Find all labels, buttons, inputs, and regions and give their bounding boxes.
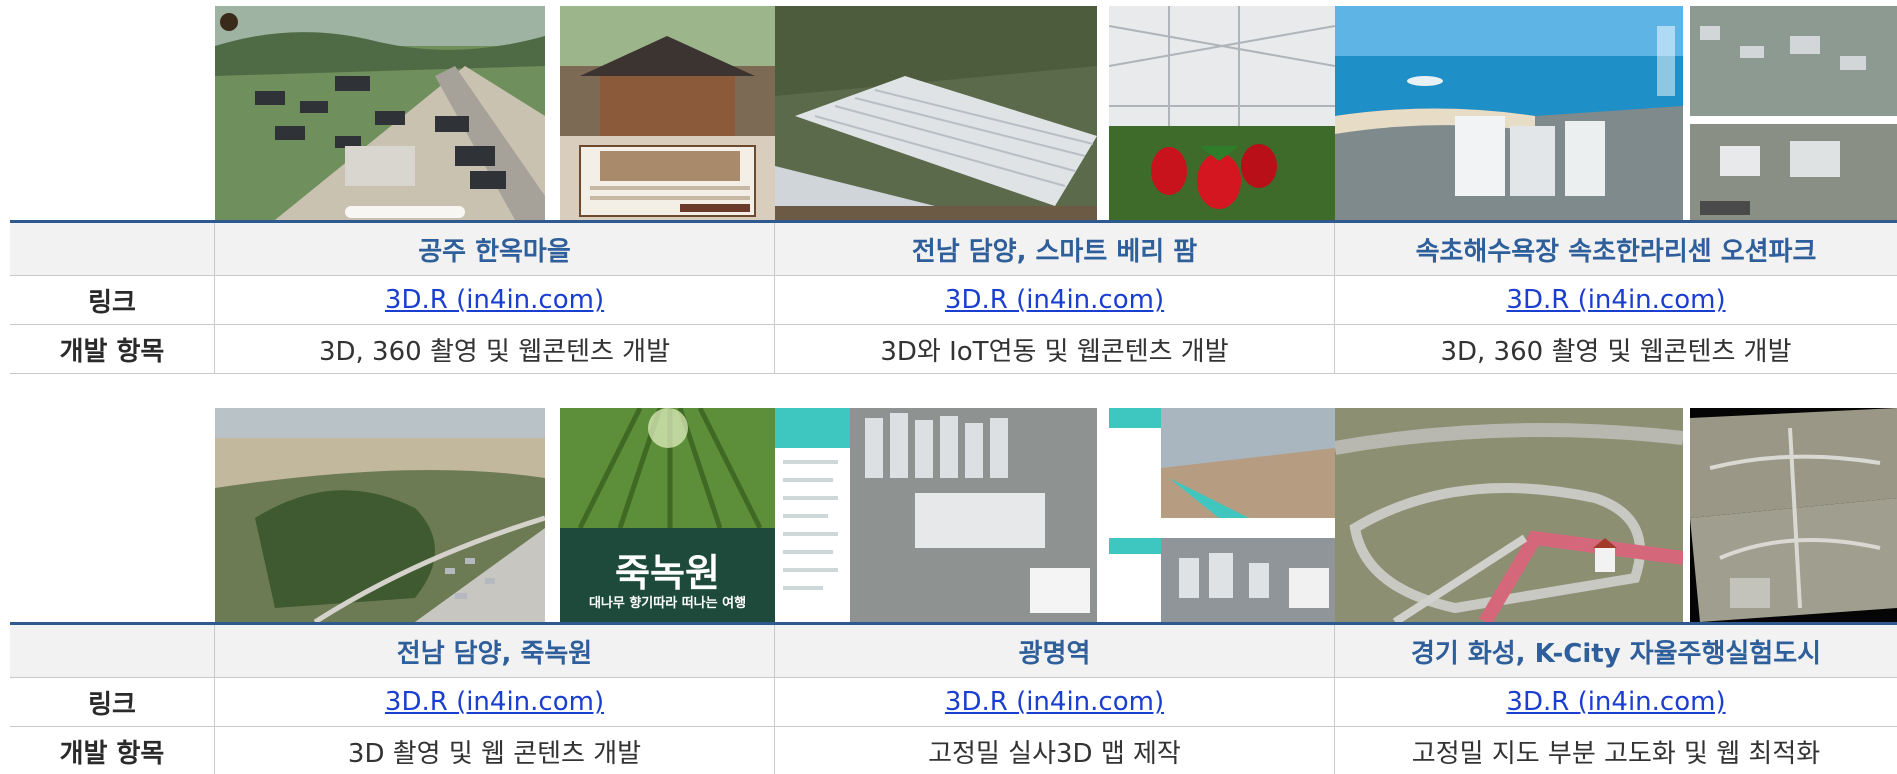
project-title: 광명역 xyxy=(775,625,1335,677)
damyang-aerial-image xyxy=(215,408,545,622)
items-row: 개발 항목 3D 촬영 및 웹 콘텐츠 개발 고정밀 실사3D 맵 제작 고정밀… xyxy=(10,727,1897,774)
link-label: 링크 xyxy=(10,678,215,726)
greenhouse-aerial-image xyxy=(775,6,1097,220)
juknokwon-title: 죽녹원 xyxy=(615,550,720,595)
sokcho-city-aerial-image xyxy=(1690,6,1897,220)
link-row: 링크 3D.R (in4in.com) 3D.R (in4in.com) 3D.… xyxy=(10,276,1897,325)
sokcho-beach-resort-image xyxy=(1335,6,1683,220)
project-link[interactable]: 3D.R (in4in.com) xyxy=(945,687,1164,717)
project-title: 속초해수욕장 속초한라리센 오션파크 xyxy=(1415,236,1817,267)
project-items: 3D와 IoT연동 및 웹콘텐츠 개발 xyxy=(775,325,1335,373)
items-label: 개발 항목 xyxy=(10,325,215,373)
title-row: 전남 담양, 죽녹원 광명역 경기 화성, K-City 자율주행실험도시 xyxy=(10,622,1897,678)
hanok-village-aerial-image xyxy=(215,6,545,220)
gwangmyeong-webapp-image xyxy=(775,408,1097,622)
title-label-cell xyxy=(10,625,215,677)
title-row: 공주 한옥마을 전남 담양, 스마트 베리 팜 속초해수욕장 속초한라리센 오션… xyxy=(10,220,1897,276)
project-link[interactable]: 3D.R (in4in.com) xyxy=(1506,687,1725,717)
project-title: 경기 화성, K-City 자율주행실험도시 xyxy=(1410,638,1822,669)
hanok-web-content-image xyxy=(560,6,775,220)
project-items: 3D, 360 촬영 및 웹콘텐츠 개발 xyxy=(1440,336,1792,367)
greenhouse-interior-strawberry-image xyxy=(1109,6,1335,220)
kcity-3d-map-image xyxy=(1690,408,1897,622)
project-link[interactable]: 3D.R (in4in.com) xyxy=(1506,285,1725,315)
items-label: 개발 항목 xyxy=(10,727,215,774)
project-images-1 xyxy=(215,0,1897,220)
project-title: 공주 한옥마을 xyxy=(215,223,775,275)
project-items: 3D 촬영 및 웹 콘텐츠 개발 xyxy=(215,727,775,774)
link-label: 링크 xyxy=(10,276,215,324)
title-label-cell xyxy=(10,223,215,275)
project-items: 3D, 360 촬영 및 웹콘텐츠 개발 xyxy=(215,325,775,373)
project-link[interactable]: 3D.R (in4in.com) xyxy=(385,687,604,717)
project-title: 전남 담양, 스마트 베리 팜 xyxy=(775,223,1335,275)
juknokwon-subtitle: 대나무 향기따라 떠나는 여행 xyxy=(588,596,747,611)
gwangmyeong-map-views-image xyxy=(1109,408,1335,622)
juknokwon-bamboo-image: 죽녹원 대나무 향기따라 떠나는 여행 xyxy=(560,408,775,622)
project-title: 전남 담양, 죽녹원 xyxy=(215,625,775,677)
link-row: 링크 3D.R (in4in.com) 3D.R (in4in.com) 3D.… xyxy=(10,678,1897,727)
project-images-2: 죽녹원 대나무 향기따라 떠나는 여행 xyxy=(215,402,1897,622)
project-link[interactable]: 3D.R (in4in.com) xyxy=(945,285,1164,315)
project-items: 고정밀 지도 부분 고도화 및 웹 최적화 xyxy=(1411,738,1821,769)
items-row: 개발 항목 3D, 360 촬영 및 웹콘텐츠 개발 3D와 IoT연동 및 웹… xyxy=(10,325,1897,374)
kcity-test-track-image xyxy=(1335,408,1683,622)
project-link[interactable]: 3D.R (in4in.com) xyxy=(385,285,604,315)
project-items: 고정밀 실사3D 맵 제작 xyxy=(775,727,1335,774)
